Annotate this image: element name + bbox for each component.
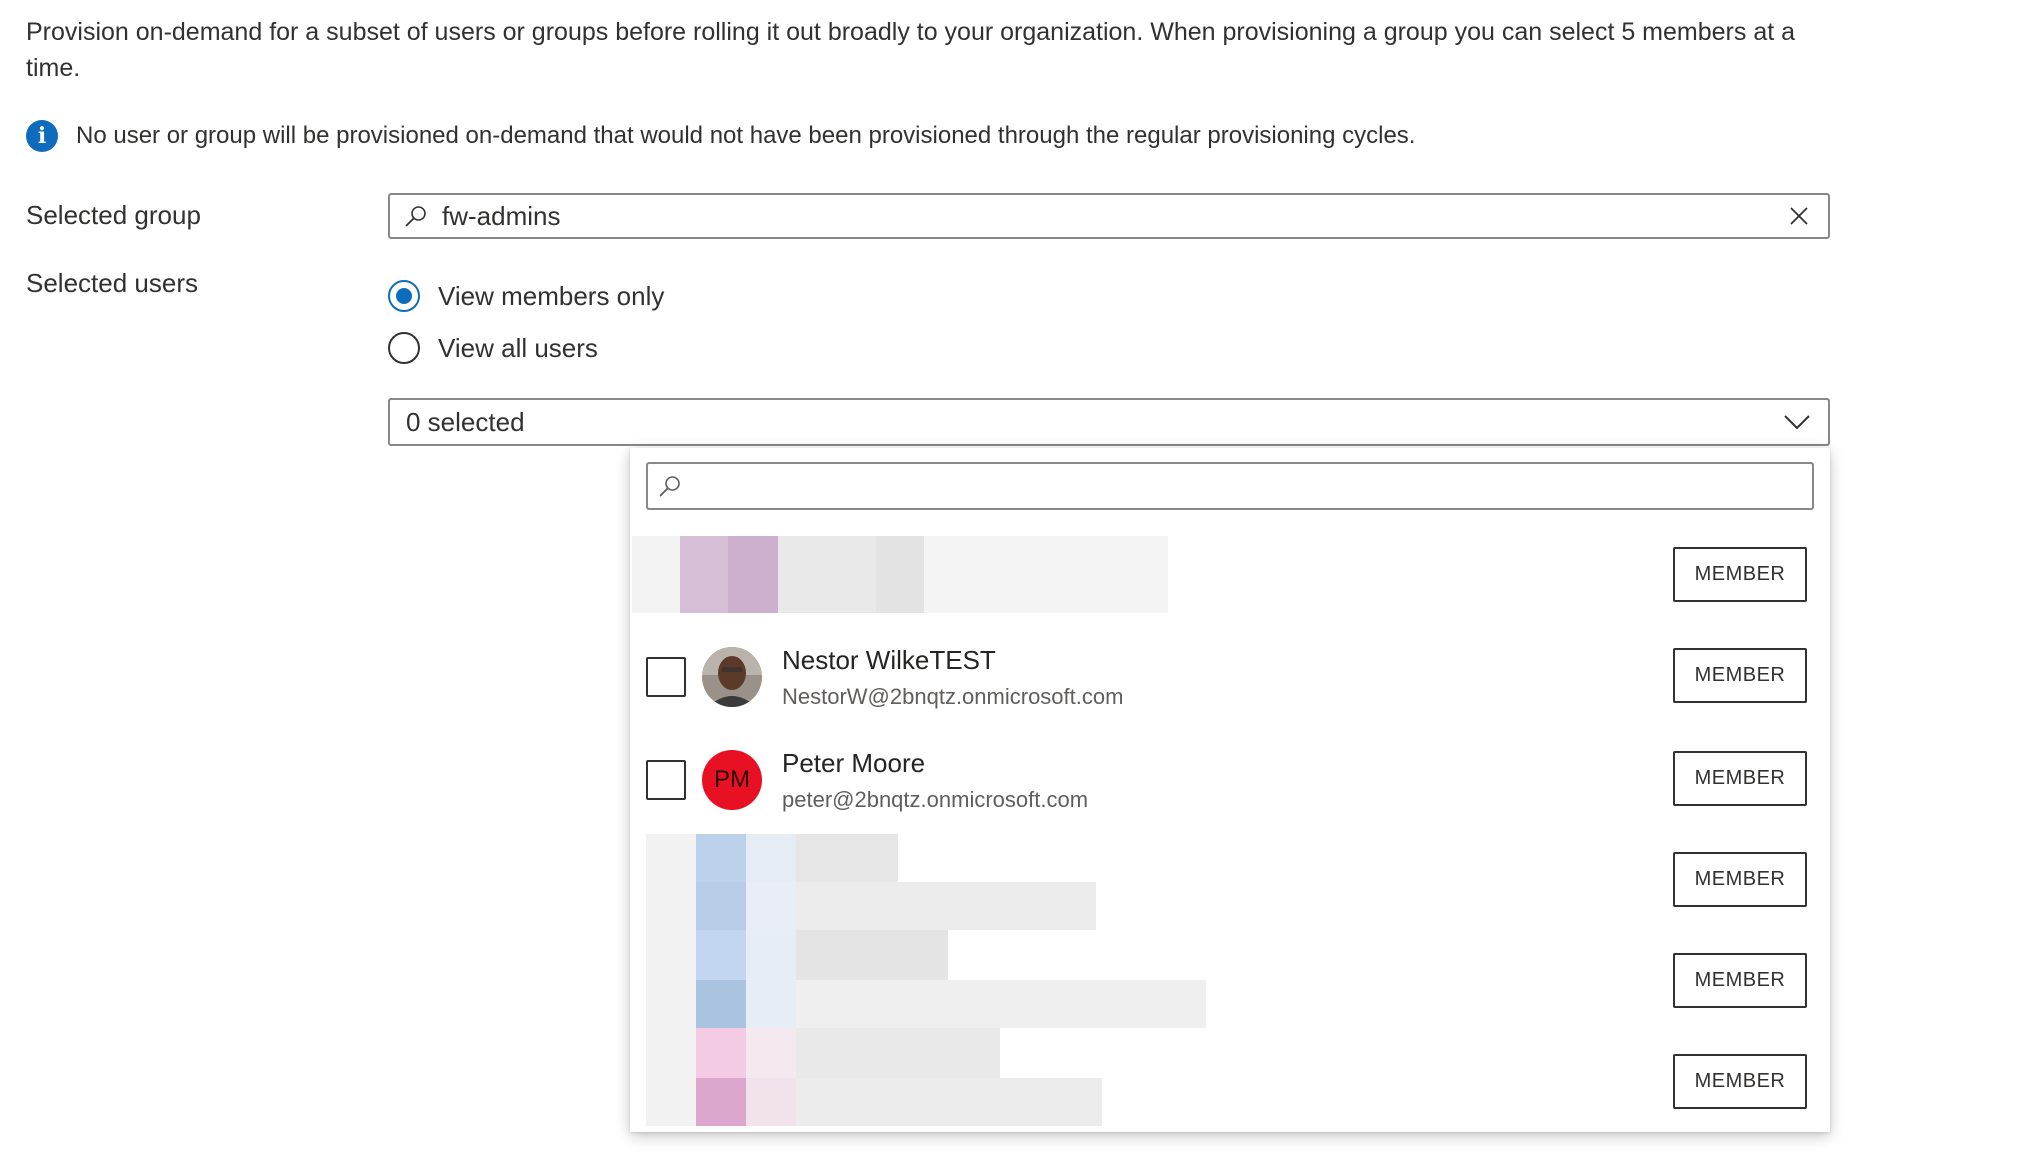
member-role-button[interactable]: MEMBER <box>1673 648 1807 703</box>
search-icon <box>659 476 680 497</box>
selected-group-value: fw-admins <box>442 200 561 231</box>
radio-view-all-users[interactable]: View all users <box>388 328 598 368</box>
member-checkbox[interactable] <box>646 657 686 697</box>
member-checkbox[interactable] <box>646 760 686 800</box>
member-search-input[interactable] <box>646 462 1814 510</box>
selected-users-label: Selected users <box>26 268 198 298</box>
info-text: No user or group will be provisioned on-… <box>76 122 1416 149</box>
avatar: PM <box>702 750 762 810</box>
member-role-button[interactable]: MEMBER <box>1673 751 1807 806</box>
radio-label: View all users <box>438 332 598 363</box>
member-role-button[interactable]: MEMBER <box>1673 1054 1807 1109</box>
member-role-button[interactable]: MEMBER <box>1673 547 1807 602</box>
member-email: NestorW@2bnqtz.onmicrosoft.com <box>782 684 1124 709</box>
selected-group-label: Selected group <box>26 200 201 230</box>
obscured-member-row <box>632 536 1168 613</box>
radio-button-checked[interactable] <box>388 280 420 312</box>
radio-label: View members only <box>438 280 665 311</box>
selected-group-input[interactable]: fw-admins <box>388 193 1830 239</box>
search-icon <box>405 206 426 227</box>
member-role-button[interactable]: MEMBER <box>1673 953 1807 1008</box>
info-banner: i No user or group will be provisioned o… <box>26 118 1415 154</box>
page-description: Provision on-demand for a subset of user… <box>26 18 1796 82</box>
obscured-member-rows <box>646 834 1206 1126</box>
member-name: Nestor WilkeTEST <box>782 645 996 675</box>
info-icon: i <box>26 120 58 152</box>
dropdown-panel: MEMBER Nestor WilkeTEST NestorW@2bnqtz.o… <box>630 448 1830 1132</box>
clear-icon[interactable] <box>1788 205 1810 227</box>
radio-button[interactable] <box>388 332 420 364</box>
member-role-button[interactable]: MEMBER <box>1673 852 1807 907</box>
member-name: Peter Moore <box>782 748 926 778</box>
radio-view-members-only[interactable]: View members only <box>388 276 664 316</box>
avatar <box>702 647 762 707</box>
chevron-down-icon[interactable] <box>1782 410 1812 434</box>
member-email: peter@2bnqtz.onmicrosoft.com <box>782 787 1089 812</box>
dropdown-value: 0 selected <box>406 406 525 437</box>
users-dropdown[interactable]: 0 selected <box>388 398 1830 446</box>
